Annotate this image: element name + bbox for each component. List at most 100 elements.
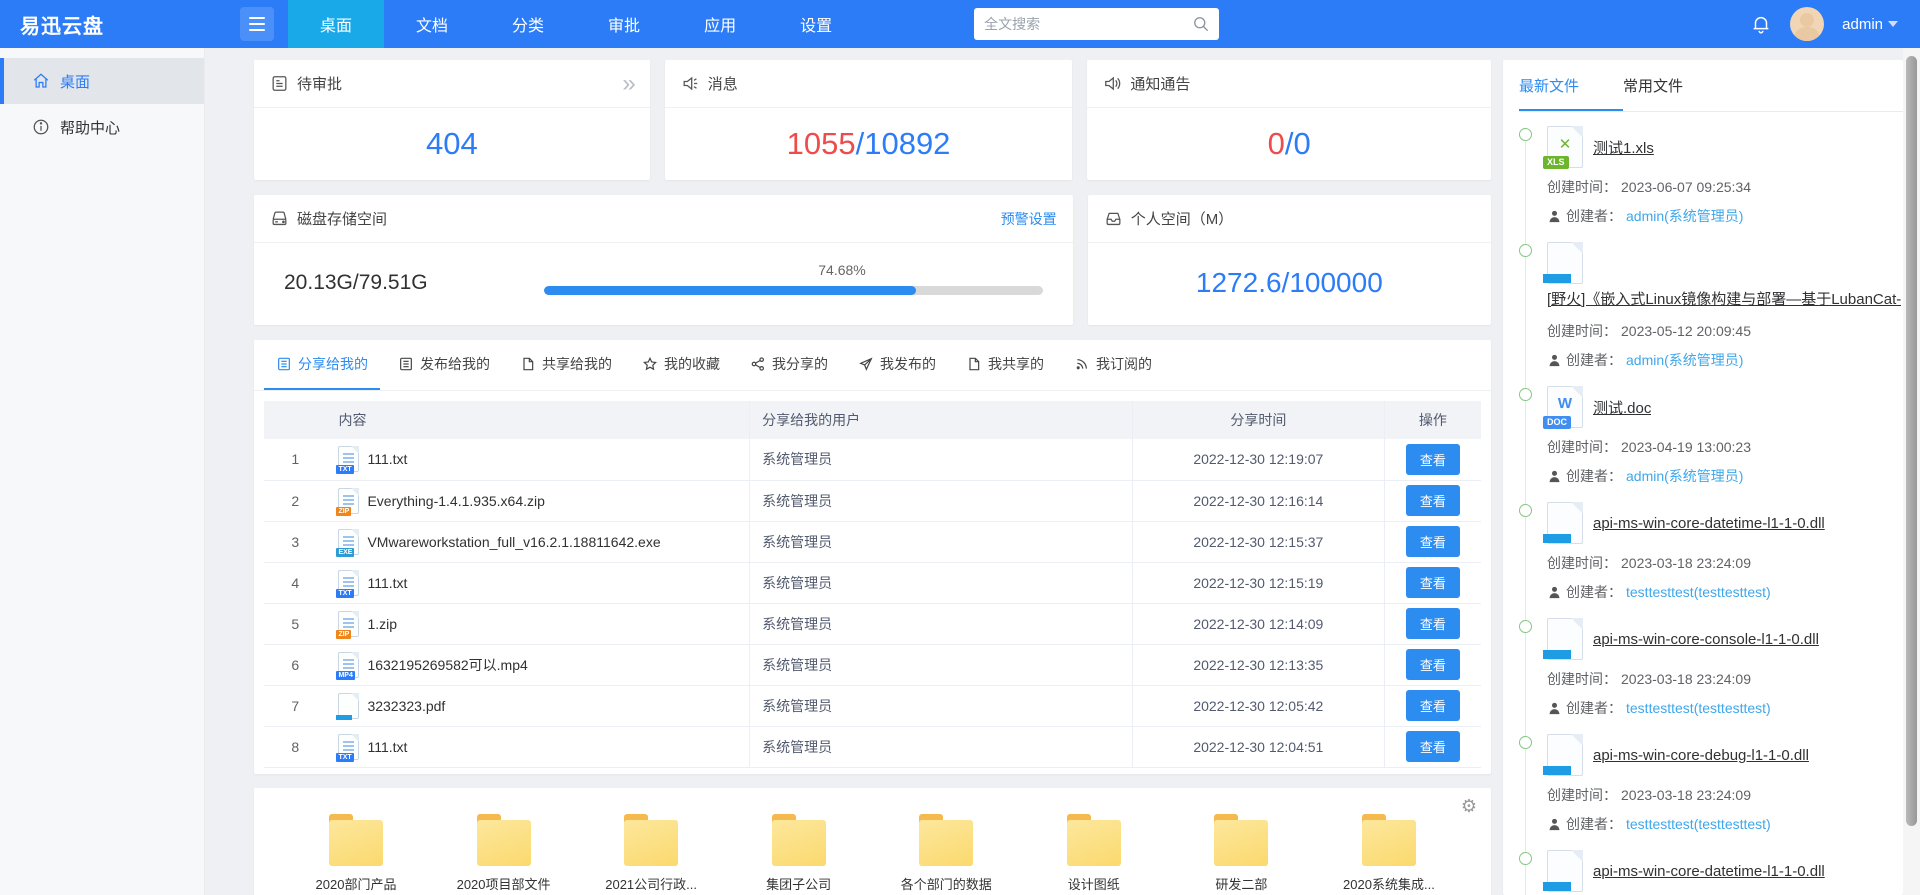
list-item: api-ms-win-core-datetime-l1-1-0.dll 创建时间… — [1519, 850, 1895, 895]
table-row: 3 EXEVMwareworkstation_full_v16.2.1.1881… — [264, 521, 1481, 562]
tab-published-to-me[interactable]: 发布给我的 — [386, 340, 502, 390]
file-link[interactable]: api-ms-win-core-datetime-l1-1-0.dll — [1593, 515, 1825, 532]
view-button[interactable]: 查看 — [1406, 526, 1460, 557]
list-item: api-ms-win-core-debug-l1-1-0.dll 创建时间：20… — [1519, 734, 1895, 850]
tab-latest-files[interactable]: 最新文件 — [1519, 60, 1623, 111]
announcement-speaker-icon — [1103, 74, 1122, 93]
file-name[interactable]: 111.txt — [367, 575, 407, 591]
folder-item[interactable]: 各个部门的数据 — [886, 814, 1006, 893]
file-link[interactable]: api-ms-win-core-console-l1-1-0.dll — [1593, 631, 1819, 648]
share-user: 系统管理员 — [750, 726, 1133, 767]
header-content: 内容 — [326, 401, 749, 439]
folder-icon — [1359, 814, 1419, 866]
user-avatar[interactable] — [1790, 7, 1824, 41]
file-name[interactable]: Everything-1.4.1.935.x64.zip — [367, 493, 544, 509]
folder-icon — [621, 814, 681, 866]
nav-tab-settings[interactable]: 设置 — [768, 0, 864, 48]
tab-frequent-files[interactable]: 常用文件 — [1623, 60, 1727, 111]
card-title: 磁盘存储空间 — [297, 208, 387, 229]
star-icon — [642, 356, 658, 372]
tab-my-favorites[interactable]: 我的收藏 — [630, 340, 732, 390]
file-link[interactable]: 测试.doc — [1593, 397, 1651, 418]
expand-icon[interactable]: » — [622, 72, 633, 96]
folder-item[interactable]: 2020项目部文件 — [444, 814, 564, 893]
folder-item[interactable]: 2021公司行政... — [591, 814, 711, 893]
table-row: 6 MP41632195269582可以.mp4 系统管理员 2022-12-3… — [264, 644, 1481, 685]
main-content: 待审批 » 404 消息 1055/10892 — [205, 48, 1503, 895]
alert-settings-link[interactable]: 预警设置 — [1001, 209, 1057, 229]
scrollbar-thumb[interactable] — [1906, 56, 1917, 826]
tab-my-subscriptions[interactable]: 我订阅的 — [1062, 340, 1164, 390]
view-button[interactable]: 查看 — [1406, 690, 1460, 721]
sidebar-item-label: 帮助中心 — [60, 117, 120, 138]
file-name[interactable]: 1632195269582可以.mp4 — [367, 655, 527, 675]
gear-icon[interactable]: ⚙ — [1461, 796, 1477, 817]
table-row: 5 ZIP1.zip 系统管理员 2022-12-30 12:14:09 查看 — [264, 603, 1481, 644]
table-row: 8 TXT111.txt 系统管理员 2022-12-30 12:04:51 查… — [264, 726, 1481, 767]
file-name[interactable]: 3232323.pdf — [367, 698, 445, 714]
folder-item[interactable]: 集团子公司 — [739, 814, 859, 893]
file-link[interactable]: api-ms-win-core-debug-l1-1-0.dll — [1593, 747, 1809, 764]
folder-item[interactable]: 2020系统集成... — [1329, 814, 1449, 893]
file-name[interactable]: 1.zip — [367, 616, 397, 632]
tab-my-published[interactable]: 我发布的 — [846, 340, 948, 390]
app-logo: 易迅云盘 — [0, 10, 240, 39]
tab-my-shares[interactable]: 我分享的 — [738, 340, 840, 390]
list-item: [野火]《嵌入式Linux镜像构建与部署—基于LubanCat- 创建时间：20… — [1519, 242, 1895, 386]
folder-item[interactable]: 设计图纸 — [1034, 814, 1154, 893]
file-name[interactable]: VMwareworkstation_full_v16.2.1.18811642.… — [367, 534, 660, 550]
file-link[interactable]: [野火]《嵌入式Linux镜像构建与部署—基于LubanCat- — [1547, 288, 1901, 309]
sidebar-item-desktop[interactable]: 桌面 — [0, 58, 204, 104]
scrollbar-track[interactable] — [1903, 48, 1920, 895]
creator-link[interactable]: admin(系统管理员) — [1626, 350, 1743, 370]
xls-file-icon: ✕XLS — [1547, 126, 1583, 168]
generic-file-icon — [1547, 618, 1583, 660]
search-icon[interactable] — [1191, 14, 1211, 34]
progress-fill — [544, 286, 916, 295]
share-time: 2022-12-30 12:15:37 — [1132, 521, 1384, 562]
view-button[interactable]: 查看 — [1406, 444, 1460, 475]
messages-value: 1055/10892 — [665, 108, 1073, 179]
file-link[interactable]: api-ms-win-core-datetime-l1-1-0.dll — [1593, 863, 1825, 880]
search-input[interactable] — [974, 8, 1219, 40]
folder-item[interactable]: 研发二部 — [1181, 814, 1301, 893]
view-button[interactable]: 查看 — [1406, 567, 1460, 598]
folder-item[interactable]: 2020部门产品 — [296, 814, 416, 893]
share-time: 2022-12-30 12:16:14 — [1132, 480, 1384, 521]
share-user: 系统管理员 — [750, 603, 1133, 644]
view-button[interactable]: 查看 — [1406, 731, 1460, 762]
username-label: admin — [1842, 16, 1883, 33]
creator-link[interactable]: admin(系统管理员) — [1626, 466, 1743, 486]
menu-toggle-button[interactable] — [240, 7, 274, 41]
person-icon — [1547, 817, 1562, 832]
sidebar-item-help-center[interactable]: 帮助中心 — [0, 104, 204, 150]
tab-coshared-to-me[interactable]: 共享给我的 — [508, 340, 624, 390]
nav-tab-desktop[interactable]: 桌面 — [288, 0, 384, 48]
person-icon — [1547, 701, 1562, 716]
share-user: 系统管理员 — [750, 562, 1133, 603]
person-icon — [1547, 353, 1562, 368]
view-button[interactable]: 查看 — [1406, 608, 1460, 639]
file-name[interactable]: 111.txt — [367, 739, 407, 755]
view-button[interactable]: 查看 — [1406, 649, 1460, 680]
folder-icon — [769, 814, 829, 866]
folder-icon — [326, 814, 386, 866]
file-link[interactable]: 测试1.xls — [1593, 137, 1654, 158]
creator-link[interactable]: admin(系统管理员) — [1626, 206, 1743, 226]
nav-tab-apps[interactable]: 应用 — [672, 0, 768, 48]
nav-tab-categories[interactable]: 分类 — [480, 0, 576, 48]
announcements-value: 0/0 — [1087, 108, 1491, 179]
nav-tab-documents[interactable]: 文档 — [384, 0, 480, 48]
creator-link[interactable]: testtesttest(testtesttest) — [1626, 700, 1771, 716]
tab-shared-to-me[interactable]: 分享给我的 — [264, 340, 380, 390]
notification-bell-icon[interactable] — [1750, 13, 1772, 35]
person-icon — [1547, 469, 1562, 484]
nav-tab-approval[interactable]: 审批 — [576, 0, 672, 48]
view-button[interactable]: 查看 — [1406, 485, 1460, 516]
creator-link[interactable]: testtesttest(testtesttest) — [1626, 816, 1771, 832]
file-name[interactable]: 111.txt — [367, 451, 407, 467]
user-menu[interactable]: admin — [1842, 16, 1898, 33]
tab-my-coshared[interactable]: 我共享的 — [954, 340, 1056, 390]
creator-link[interactable]: testtesttest(testtesttest) — [1626, 584, 1771, 600]
table-row: 4 TXT111.txt 系统管理员 2022-12-30 12:15:19 查… — [264, 562, 1481, 603]
